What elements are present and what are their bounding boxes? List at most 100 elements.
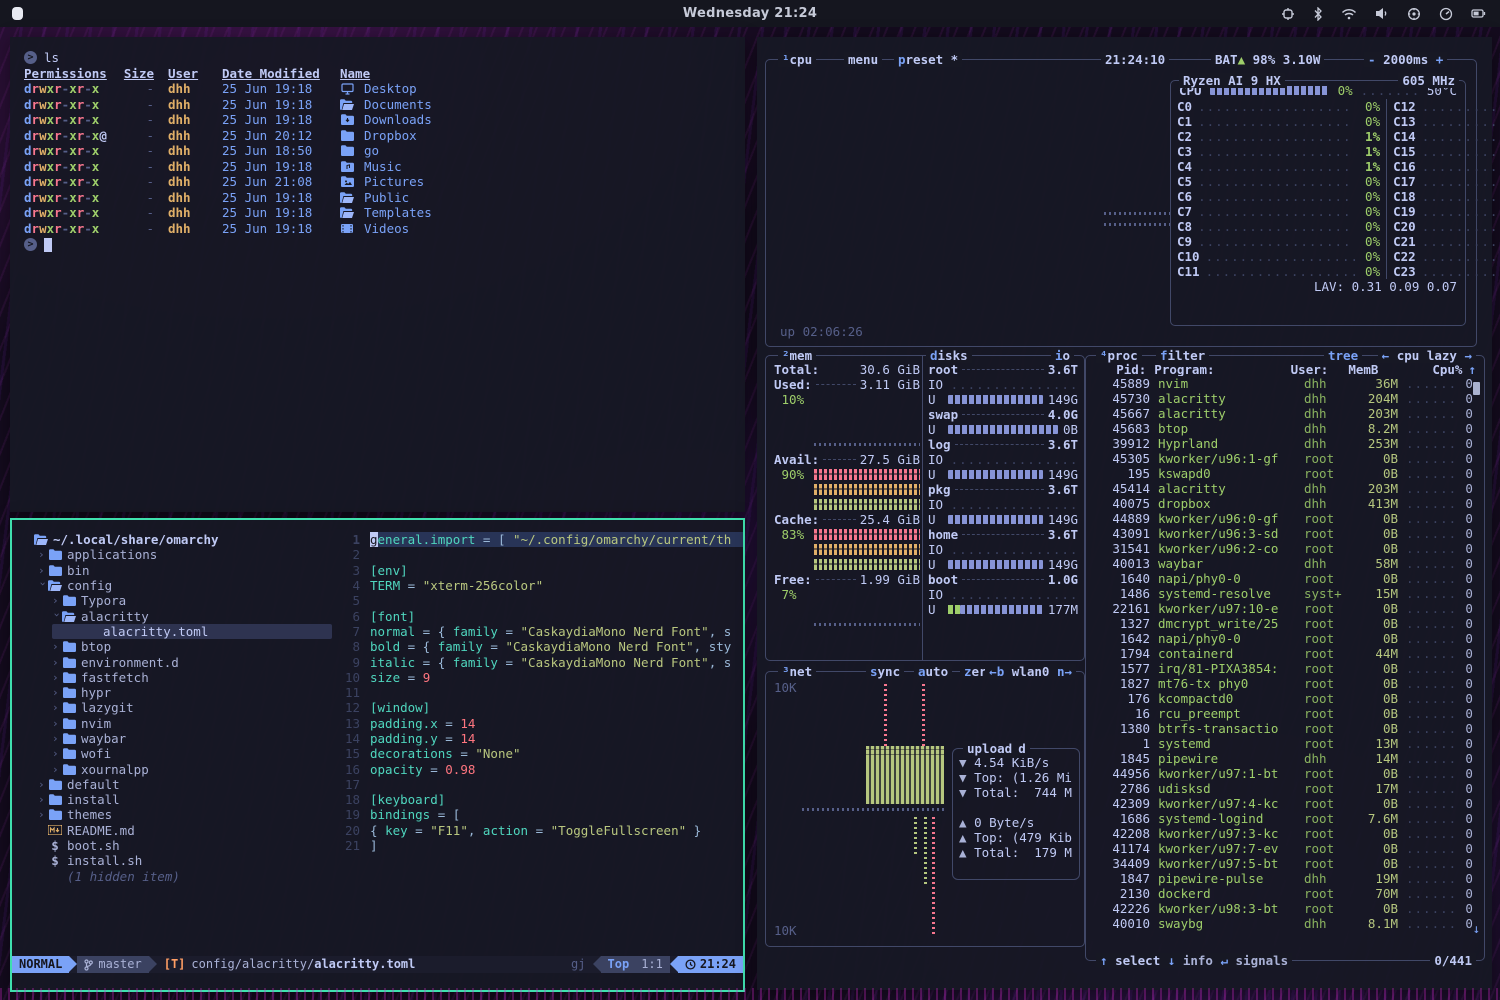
shell-prompt-2[interactable]: > [24,237,731,253]
chevron-right-icon[interactable]: › [52,716,62,731]
net-sync-button[interactable]: sync [866,664,904,679]
btop-window[interactable]: ¹cpu menu preset * 21:24:10 BAT▲ 98% 3.1… [757,37,1492,990]
chevron-right-icon[interactable] [24,532,34,547]
tree-item-applications[interactable]: ›applications [24,547,342,562]
code-line[interactable]: 4TERM = "xterm-256color" [342,578,743,593]
io-mode-button[interactable]: io [1051,348,1074,363]
net-auto-button[interactable]: auto [914,664,952,679]
tree-item-btop[interactable]: ›btop [24,639,342,654]
code-editor[interactable]: 1general.import = [ "~/.config/omarchy/c… [342,520,743,956]
terminal-window-ls[interactable]: > ls PermissionsSizeUserDate ModifiedNam… [10,37,745,512]
code-line[interactable]: 17 [342,777,743,792]
process-row[interactable]: 44956kworker/u97:1-btroot0B.........0.0 [1094,766,1476,781]
chevron-right-icon[interactable]: › [52,670,62,685]
chevron-right-icon[interactable]: › [38,547,48,562]
process-row[interactable]: 42309kworker/u97:4-kcroot0B.........0.0 [1094,796,1476,811]
mem-box-title[interactable]: ²mem [778,348,816,363]
process-row[interactable]: 45683btopdhh8.2M.........0.0 [1094,421,1476,436]
code-line[interactable]: 9italic = { family = "CaskaydiaMono Nerd… [342,654,743,669]
tree-item-default[interactable]: ›default [24,777,342,792]
process-row[interactable]: 45305kworker/u96:1-gfroot0B.........0.0 [1094,451,1476,466]
tree-item-boot.sh[interactable]: $boot.sh [24,838,342,853]
process-row[interactable]: 2130dockerdroot70M.........0.0 [1094,886,1476,901]
tree-item-typora[interactable]: ›Typora [24,593,342,608]
process-row[interactable]: 45730alacrittydhh204M.........0.0 [1094,391,1476,406]
process-row[interactable]: 40075dropboxdhh413M.........0.0 [1094,496,1476,511]
code-line[interactable]: 12[window] [342,700,743,715]
file-name[interactable]: Videos [340,221,409,236]
code-line[interactable]: 6[font] [342,608,743,623]
proc-scrollbar-thumb[interactable] [1473,382,1480,395]
code-line[interactable]: 2 [342,547,743,562]
code-line[interactable]: 1general.import = [ "~/.config/omarchy/c… [342,532,743,547]
code-line[interactable]: 15decorations = "None" [342,746,743,761]
chevron-right-icon[interactable] [38,869,48,884]
chevron-right-icon[interactable] [38,838,48,853]
process-row[interactable]: 42208kworker/u97:3-kcroot0B.........0.0 [1094,826,1476,841]
chevron-right-icon[interactable]: › [52,655,62,670]
process-row[interactable]: 1486systemd-resolvesyst+15M.........0.0 [1094,586,1476,601]
tree-item-alacritty[interactable]: ›alacritty [24,608,342,623]
file-name[interactable]: go [340,143,379,158]
tree-item-themes[interactable]: ›themes [24,807,342,822]
tree-item-nvim[interactable]: ›nvim [24,716,342,731]
file-name[interactable]: Public [340,190,409,205]
process-row[interactable]: 39912Hyprlanddhh253M.........0.0 [1094,436,1476,451]
disks-title[interactable]: disks [926,348,972,363]
code-line[interactable]: 10size = 9 [342,670,743,685]
chevron-right-icon[interactable]: › [38,563,48,578]
tree-item-waybar[interactable]: ›waybar [24,731,342,746]
chevron-right-icon[interactable]: › [52,593,62,608]
chevron-down-icon[interactable]: › [36,581,51,591]
proc-sort-selector[interactable]: ← cpu lazy → [1378,348,1476,363]
chevron-right-icon[interactable]: › [52,685,62,700]
net-box-title[interactable]: ³net [778,664,816,679]
chevron-right-icon[interactable]: › [52,639,62,654]
proc-filter-button[interactable]: filter [1156,348,1209,363]
process-row[interactable]: 45667alacrittydhh203M.........0.0 [1094,406,1476,421]
tree-item-wofi[interactable]: ›wofi [24,746,342,761]
file-name[interactable]: Music [340,159,402,174]
bluetooth-icon[interactable] [1313,7,1323,21]
tree-item-alacritty.toml[interactable]: [T]alacritty.toml [24,624,342,639]
process-row[interactable]: 43091kworker/u96:3-sdroot0B.........0.0 [1094,526,1476,541]
chevron-down-icon[interactable]: › [50,611,65,621]
process-row[interactable]: 44889kworker/u96:0-gfroot0B.........0.0 [1094,511,1476,526]
process-row[interactable]: 1845pipewiredhh14M.........0.0 [1094,751,1476,766]
editor-window[interactable]: ~/.local/share/omarchy›applications›bin›… [10,518,745,992]
net-interface-switcher[interactable]: ←b wlan0 n→ [985,664,1076,679]
menu-button[interactable]: menu [844,52,882,67]
volume-icon[interactable] [1375,7,1389,20]
process-row[interactable]: 42226kworker/u98:3-btroot0B.........0.0 [1094,901,1476,916]
chevron-right-icon[interactable]: › [38,807,48,822]
process-row[interactable]: 34409kworker/u97:5-btroot0B.........0.0 [1094,856,1476,871]
process-row[interactable]: 31541kworker/u96:2-coroot0B.........0.0 [1094,541,1476,556]
tree-item-lazygit[interactable]: ›lazygit [24,700,342,715]
file-name[interactable]: Desktop [340,81,417,96]
process-row[interactable]: 2786udisksdroot17M.........0.0 [1094,781,1476,796]
proc-tree-button[interactable]: tree [1324,348,1362,363]
process-row[interactable]: 40013waybardhh58M.........0.0 [1094,556,1476,571]
proc-footer-hints[interactable]: ↑ select ↓ info ↵ signals [1096,953,1292,968]
file-name[interactable]: Pictures [340,174,424,189]
process-row[interactable]: 195kswapd0root0B.........0.0 [1094,466,1476,481]
scroll-down-indicator[interactable]: ↓ [1472,921,1480,936]
code-line[interactable]: 16opacity = 0.98 [342,761,743,776]
process-row[interactable]: 1794containerdroot44M.........0.0 [1094,646,1476,661]
refresh-interval-control[interactable]: - 2000ms + [1364,52,1447,67]
tree-item-hypr[interactable]: ›hypr [24,685,342,700]
process-row[interactable]: 41174kworker/u97:7-evroot0B.........0.0 [1094,841,1476,856]
process-row[interactable]: 1327dmcrypt_write/25root0B.........0.0 [1094,616,1476,631]
process-row[interactable]: 45889nvimdhh36M.........0.0 [1094,376,1476,391]
code-line[interactable]: 7normal = { family = "CaskaydiaMono Nerd… [342,624,743,639]
process-row[interactable]: 1380btrfs-transactioroot0B.........0.0 [1094,721,1476,736]
code-line[interactable]: 11 [342,685,743,700]
process-row[interactable]: 1642napi/phy0-0root0B.........0.0 [1094,631,1476,646]
process-row[interactable]: 1686systemd-logindroot7.6M.........0.0 [1094,811,1476,826]
process-row[interactable]: 1640napi/phy0-0root0B.........0.0 [1094,571,1476,586]
chevron-right-icon[interactable]: › [38,777,48,792]
chevron-right-icon[interactable]: › [52,700,62,715]
file-name[interactable]: Documents [340,97,432,112]
tree-item--1-hidden-item-[interactable]: (1 hidden item) [24,869,342,884]
code-line[interactable]: 14padding.y = 14 [342,731,743,746]
